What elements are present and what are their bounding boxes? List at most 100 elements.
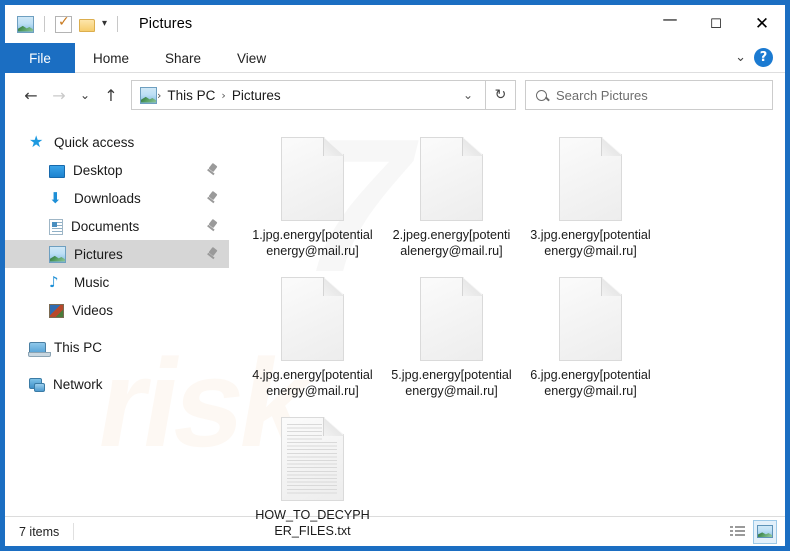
view-toggle-group	[725, 520, 777, 544]
breadcrumb-separator-0: ›	[157, 89, 161, 102]
sidebar-label-downloads: Downloads	[74, 191, 141, 206]
window-body: 7 risk ★ Quick access Desktop ⬇ Download…	[5, 117, 785, 516]
sidebar-label-network: Network	[53, 377, 103, 392]
sidebar-item-network[interactable]: Network	[5, 370, 229, 398]
status-divider	[73, 523, 74, 540]
sidebar-label-quick-access: Quick access	[54, 135, 134, 150]
search-icon	[536, 90, 547, 101]
file-item[interactable]: 5.jpg.energy[potentialenergy@mail.ru]	[382, 275, 521, 405]
breadcrumb-this-pc[interactable]: This PC	[167, 88, 215, 103]
address-field[interactable]: › This PC › Pictures ⌄	[131, 80, 486, 110]
tab-share[interactable]: Share	[147, 43, 219, 73]
blank-document-icon	[281, 137, 344, 221]
breadcrumb-pictures[interactable]: Pictures	[232, 88, 281, 103]
refresh-button[interactable]: ↻	[486, 80, 516, 110]
thumbnail-view-icon	[757, 525, 773, 538]
text-lines-top	[287, 424, 322, 441]
file-item[interactable]: 2.jpeg.energy[potentialenergy@mail.ru]	[382, 135, 521, 265]
download-icon: ⬇	[49, 190, 66, 207]
sidebar-item-this-pc[interactable]: This PC	[5, 333, 229, 361]
breadcrumb: › This PC › Pictures	[157, 88, 281, 103]
file-name: 4.jpg.energy[potentialenergy@mail.ru]	[252, 368, 374, 399]
status-bar: 7 items	[5, 516, 785, 546]
window-controls: — ☐ ✕	[647, 5, 785, 43]
file-name: 3.jpg.energy[potentialenergy@mail.ru]	[530, 228, 652, 259]
sidebar-label-this-pc: This PC	[54, 340, 102, 355]
search-placeholder: Search Pictures	[556, 88, 648, 103]
sidebar-item-downloads[interactable]: ⬇ Downloads	[5, 184, 229, 212]
blank-document-icon	[559, 137, 622, 221]
new-folder-icon[interactable]	[79, 19, 95, 32]
file-name: 2.jpeg.energy[potentialenergy@mail.ru]	[391, 228, 513, 259]
file-item[interactable]: HOW_TO_DECYPHER_FILES.txt	[243, 415, 382, 545]
forward-button[interactable]: →	[45, 80, 73, 110]
desktop-icon	[49, 165, 65, 178]
toolbar-divider-2	[117, 16, 118, 32]
sidebar-spacer-1	[5, 324, 229, 333]
blank-document-icon	[420, 277, 483, 361]
chevron-down-icon[interactable]: ⌄	[735, 50, 746, 65]
sidebar-item-pictures[interactable]: Pictures	[5, 240, 229, 268]
sidebar-item-documents[interactable]: Documents	[5, 212, 229, 240]
sidebar-label-music: Music	[74, 275, 109, 290]
file-item[interactable]: 1.jpg.energy[potentialenergy@mail.ru]	[243, 135, 382, 265]
ribbon-tabs: File Home Share View ⌄ ?	[5, 43, 785, 73]
sidebar-item-quick-access[interactable]: ★ Quick access	[5, 128, 229, 156]
sidebar-item-videos[interactable]: Videos	[5, 296, 229, 324]
back-button[interactable]: ←	[17, 80, 45, 110]
navigation-pane: ★ Quick access Desktop ⬇ Downloads Docum…	[5, 117, 229, 516]
close-button[interactable]: ✕	[739, 5, 785, 43]
breadcrumb-separator-1: ›	[221, 89, 225, 102]
network-icon	[29, 378, 45, 392]
details-view-button[interactable]	[725, 520, 749, 544]
search-input[interactable]: Search Pictures	[525, 80, 773, 110]
blank-document-icon	[281, 277, 344, 361]
documents-icon	[49, 219, 63, 235]
blank-document-icon	[559, 277, 622, 361]
file-name: 5.jpg.energy[potentialenergy@mail.ru]	[391, 368, 513, 399]
picture-icon[interactable]	[17, 16, 34, 33]
recent-locations-button[interactable]: ⌄	[73, 80, 97, 110]
sidebar-item-music[interactable]: ♪ Music	[5, 268, 229, 296]
blank-document-icon	[420, 137, 483, 221]
item-count: 7 items	[19, 525, 59, 539]
star-icon: ★	[29, 134, 46, 151]
tab-file[interactable]: File	[5, 43, 75, 73]
pin-icon[interactable]	[206, 164, 219, 177]
explorer-window: ▾ Pictures — ☐ ✕ File Home Share View ⌄ …	[0, 0, 790, 551]
pin-icon[interactable]	[206, 220, 219, 233]
this-pc-icon	[29, 342, 46, 355]
tab-view[interactable]: View	[219, 43, 284, 73]
sidebar-label-desktop: Desktop	[73, 163, 123, 178]
file-item[interactable]: 6.jpg.energy[potentialenergy@mail.ru]	[521, 275, 660, 405]
videos-icon	[49, 304, 64, 318]
file-name: 6.jpg.energy[potentialenergy@mail.ru]	[530, 368, 652, 399]
chevron-down-icon[interactable]: ▾	[102, 19, 107, 29]
minimize-button[interactable]: —	[647, 5, 693, 43]
text-lines	[287, 442, 337, 494]
sidebar-label-videos: Videos	[72, 303, 113, 318]
sidebar-label-documents: Documents	[71, 219, 139, 234]
pin-icon[interactable]	[206, 248, 219, 261]
breadcrumb-picture-icon	[140, 87, 157, 104]
file-item[interactable]: 3.jpg.energy[potentialenergy@mail.ru]	[521, 135, 660, 265]
chevron-down-icon[interactable]: ⌄	[455, 88, 481, 102]
tab-home[interactable]: Home	[75, 43, 147, 73]
quick-access-toolbar: ▾ Pictures	[5, 16, 192, 33]
toolbar-divider	[44, 16, 45, 32]
file-item[interactable]: 4.jpg.energy[potentialenergy@mail.ru]	[243, 275, 382, 405]
pin-icon[interactable]	[206, 192, 219, 205]
thumbnail-view-button[interactable]	[753, 520, 777, 544]
sidebar-item-desktop[interactable]: Desktop	[5, 156, 229, 184]
ribbon-right-controls: ⌄ ?	[735, 43, 785, 72]
file-list[interactable]: 1.jpg.energy[potentialenergy@mail.ru] 2.…	[229, 117, 785, 516]
text-document-icon	[281, 417, 344, 501]
file-name: 1.jpg.energy[potentialenergy@mail.ru]	[252, 228, 374, 259]
maximize-button[interactable]: ☐	[693, 5, 739, 43]
properties-icon[interactable]	[55, 16, 72, 33]
pictures-icon	[49, 246, 66, 263]
help-button[interactable]: ?	[754, 48, 773, 67]
up-button[interactable]: ↑	[97, 80, 125, 110]
address-bar: ← → ⌄ ↑ › This PC › Pictures ⌄ ↻ Search …	[5, 73, 785, 117]
sidebar-label-pictures: Pictures	[74, 247, 123, 262]
